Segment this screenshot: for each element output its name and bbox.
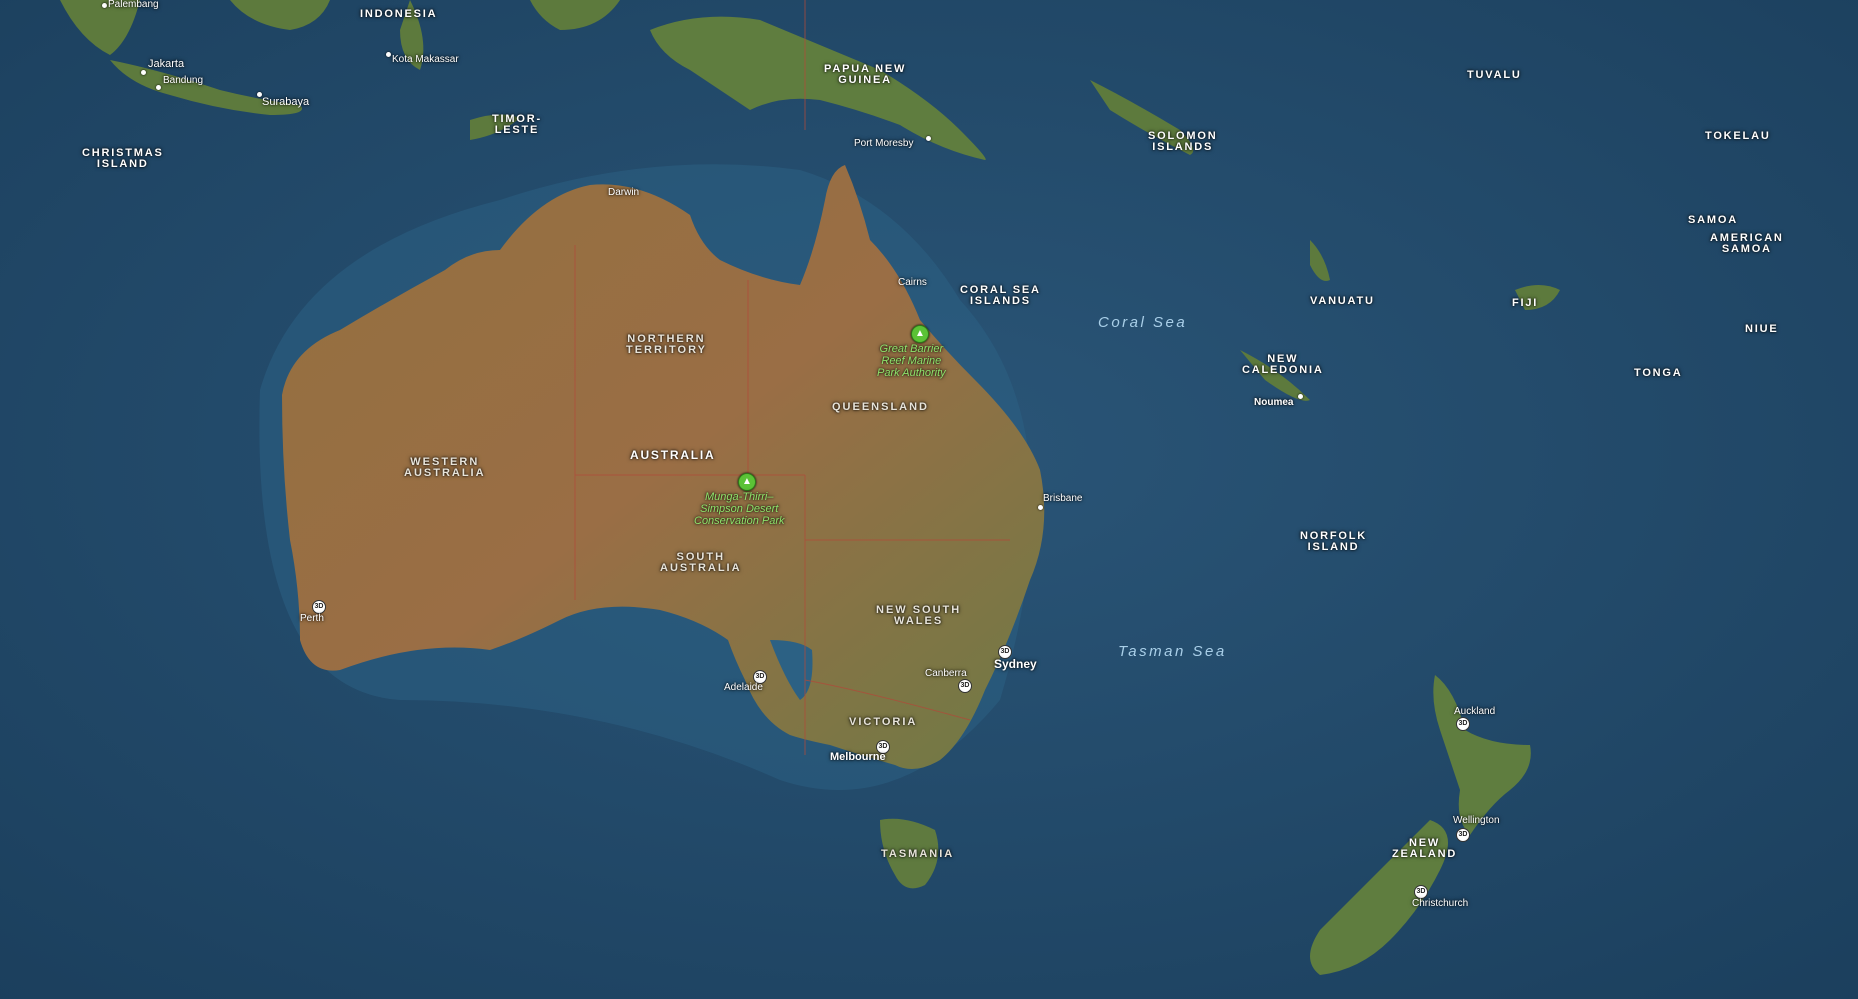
- country-label-timor-leste: TIMOR- LESTE: [492, 113, 542, 136]
- country-label-coral-sea-islands: CORAL SEA ISLANDS: [960, 284, 1041, 307]
- country-label-tonga: TONGA: [1634, 367, 1683, 379]
- city-label-sydney[interactable]: Sydney: [994, 658, 1037, 670]
- city-dot-brisbane[interactable]: [1038, 505, 1043, 510]
- country-label-australia: AUSTRALIA: [630, 448, 716, 462]
- region-label-queensland: QUEENSLAND: [832, 401, 930, 413]
- city-label-bandung[interactable]: Bandung: [163, 76, 203, 86]
- country-label-papua-new-guinea: PAPUA NEW GUINEA: [824, 63, 907, 86]
- city-dot-palembang[interactable]: [102, 3, 107, 8]
- sea-label-coral-sea: Coral Sea: [1098, 314, 1188, 331]
- city-label-darwin[interactable]: Darwin: [608, 188, 639, 198]
- region-label-western-australia: WESTERN AUSTRALIA: [404, 456, 486, 479]
- country-label-solomon-islands: SOLOMON ISLANDS: [1148, 130, 1218, 153]
- city-label-cairns[interactable]: Cairns: [898, 278, 927, 288]
- city-label-surabaya[interactable]: Surabaya: [262, 97, 309, 108]
- park-label-great-barrier-reef[interactable]: Great Barrier Reef Marine Park Authority: [877, 343, 946, 379]
- city-label-wellington[interactable]: Wellington: [1453, 816, 1500, 826]
- city-dot-makassar[interactable]: [386, 52, 391, 57]
- 3d-badge-perth[interactable]: 3D: [312, 600, 326, 614]
- region-label-victoria: VICTORIA: [849, 716, 918, 728]
- country-label-niue: NIUE: [1745, 323, 1779, 335]
- park-tree-icon-great-barrier-reef[interactable]: ▲: [911, 325, 929, 343]
- city-label-melbourne[interactable]: Melbourne: [830, 752, 886, 763]
- city-dot-port-moresby[interactable]: [926, 136, 931, 141]
- country-label-new-zealand: NEW ZEALAND: [1392, 837, 1458, 860]
- country-label-american-samoa: AMERICAN SAMOA: [1710, 232, 1784, 255]
- country-label-vanuatu: VANUATU: [1310, 295, 1375, 307]
- city-label-perth[interactable]: Perth: [300, 614, 324, 624]
- 3d-badge-wellington[interactable]: 3D: [1456, 828, 1470, 842]
- country-label-tokelau: TOKELAU: [1705, 130, 1771, 142]
- region-label-tasmania: TASMANIA: [881, 848, 955, 860]
- city-label-port-moresby[interactable]: Port Moresby: [854, 139, 913, 149]
- region-label-new-south-wales: NEW SOUTH WALES: [876, 604, 962, 627]
- country-label-tuvalu: TUVALU: [1467, 69, 1522, 81]
- 3d-badge-canberra[interactable]: 3D: [958, 679, 972, 693]
- city-dot-noumea[interactable]: [1298, 394, 1303, 399]
- city-label-canberra[interactable]: Canberra: [925, 669, 967, 679]
- city-label-noumea[interactable]: Noumea: [1254, 398, 1293, 408]
- region-label-south-australia: SOUTH AUSTRALIA: [660, 551, 742, 574]
- country-label-fiji: FIJI: [1512, 297, 1539, 309]
- region-label-northern-territory: NORTHERN TERRITORY: [626, 333, 707, 356]
- city-label-palembang[interactable]: Palembang: [108, 0, 159, 10]
- country-label-indonesia: INDONESIA: [360, 8, 438, 20]
- city-dot-jakarta[interactable]: [141, 70, 146, 75]
- park-label-munga-thirri[interactable]: Munga-Thirri– Simpson Desert Conservatio…: [694, 491, 785, 527]
- park-tree-icon-munga-thirri[interactable]: ▲: [738, 473, 756, 491]
- city-label-christchurch[interactable]: Christchurch: [1412, 899, 1468, 909]
- country-label-new-caledonia: NEW CALEDONIA: [1242, 353, 1324, 376]
- map-view[interactable]: INDONESIA PAPUA NEW GUINEA TIMOR- LESTE …: [0, 0, 1858, 999]
- city-label-adelaide[interactable]: Adelaide: [724, 683, 763, 693]
- city-label-auckland[interactable]: Auckland: [1454, 707, 1495, 717]
- city-label-kota-makassar[interactable]: Kota Makassar: [392, 55, 459, 65]
- city-label-brisbane[interactable]: Brisbane: [1043, 494, 1082, 504]
- sea-label-tasman-sea: Tasman Sea: [1118, 643, 1227, 660]
- city-label-jakarta[interactable]: Jakarta: [148, 59, 184, 70]
- 3d-badge-auckland[interactable]: 3D: [1456, 717, 1470, 731]
- country-label-christmas-island: CHRISTMAS ISLAND: [82, 147, 164, 170]
- city-dot-bandung[interactable]: [156, 85, 161, 90]
- country-label-norfolk-island: NORFOLK ISLAND: [1300, 530, 1367, 553]
- 3d-badge-christchurch[interactable]: 3D: [1414, 885, 1428, 899]
- country-label-samoa: SAMOA: [1688, 214, 1738, 226]
